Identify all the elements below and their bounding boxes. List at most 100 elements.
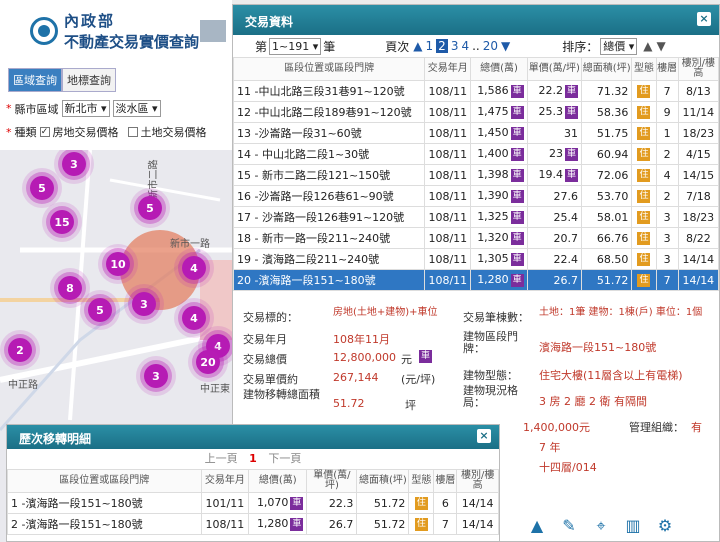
row-date: 108/11 (424, 122, 472, 144)
close-icon[interactable]: × (697, 12, 711, 26)
col-area[interactable]: 總面積(坪) (581, 57, 633, 81)
tab-area-search[interactable]: 區域查詢 (8, 68, 62, 92)
prev-page-icon[interactable]: ▲ (413, 39, 422, 53)
age-value: 7 年 (539, 441, 561, 454)
row-floors: 18/23 (677, 206, 720, 228)
col-location[interactable]: 區段位置或區段門牌 (232, 57, 426, 81)
sort-desc-icon[interactable]: ▼ (657, 39, 666, 53)
house-checkbox[interactable]: ✓ (39, 127, 50, 137)
col-total[interactable]: 總價(萬) (470, 57, 528, 81)
map-cluster-marker[interactable]: 3 (132, 292, 156, 316)
map-cluster-marker[interactable]: 5 (30, 176, 54, 200)
row-total-value: 1,390 (477, 189, 509, 203)
type-label: 種類 (14, 126, 37, 139)
table-row[interactable]: 20 -濱海路一段151~180號 108/11 1,280 車 26.7 51.72 住 7… (232, 269, 720, 291)
row-number: 1 (11, 497, 18, 510)
row-address: - 新市二路二段121~150號 (254, 169, 391, 182)
map-cluster-marker[interactable]: 3 (62, 152, 86, 176)
history-pagination: 上一頁 1 下一頁 (7, 449, 499, 469)
btype-value: 住宅大樓(11層含以上有電梯) (539, 369, 683, 382)
unit-unit: (元/坪) (401, 373, 436, 386)
map-cluster-marker[interactable]: 20 (196, 350, 220, 374)
table-row[interactable]: 1 -濱海路一段151~180號 101/11 1,070 車 22.3 51.72 住 6 1… (7, 492, 499, 514)
row-address: - 新市一路一段211~240號 (254, 232, 391, 245)
draw-icon[interactable]: ✎ (560, 516, 578, 536)
parking-badge-icon: 車 (419, 350, 432, 363)
table-row[interactable]: 17 - 沙崙路一段126巷91~120號 108/11 1,325 車 25.4 58.… (232, 206, 720, 228)
page-link[interactable]: 1 (426, 39, 434, 53)
map-cluster-marker[interactable]: 8 (58, 276, 82, 300)
logo-ministry-name: 內政部 (64, 12, 116, 30)
district-select[interactable]: 淡水區 ▾ (112, 100, 161, 117)
col-unit[interactable]: 單價(萬/坪) (526, 57, 583, 81)
page-link-current[interactable]: 2 (436, 39, 448, 53)
parking-badge-icon: 車 (510, 252, 524, 266)
col-floor[interactable]: 樓層 (655, 57, 679, 81)
page-link[interactable]: 3 (451, 39, 459, 53)
row-total: 1,450 車 (470, 122, 528, 144)
row-total-value: 1,325 (477, 210, 509, 224)
map-cluster-marker[interactable]: 5 (138, 196, 162, 220)
mgmt-label: 管理組織： (629, 421, 684, 434)
locate-icon[interactable]: ⌖ (592, 516, 610, 536)
site-logo[interactable]: 內政部 不動產交易實價查詢 (30, 10, 199, 52)
table-row[interactable]: 15 - 新市二路二段121~150號 108/11 1,398 車 19.4 車 72.0… (232, 164, 720, 186)
row-floor: 7 (433, 513, 458, 535)
row-date: 108/11 (424, 269, 472, 291)
map-cluster-marker[interactable]: 10 (106, 252, 130, 276)
map-cluster-marker[interactable]: 5 (88, 298, 112, 322)
col-type: 型態 (408, 469, 435, 493)
row-area: 72.06 (581, 164, 633, 186)
table-row[interactable]: 16 -沙崙路一段126巷61~90號 108/11 1,390 車 27.6 53.70… (232, 185, 720, 207)
row-date: 108/11 (424, 164, 472, 186)
row-total: 1,390 車 (470, 185, 528, 207)
map-cluster-marker[interactable]: 4 (182, 256, 206, 280)
residential-badge-icon: 住 (637, 126, 651, 140)
close-icon[interactable]: × (477, 429, 491, 443)
county-select[interactable]: 新北市 ▾ (61, 100, 110, 117)
row-unit-value: 31 (564, 126, 579, 140)
table-row[interactable]: 13 -沙崙路一段31~60號 108/11 1,450 車 31 51.75 住 1 18/2… (232, 122, 720, 144)
page-link[interactable]: 4 (461, 39, 469, 53)
table-row[interactable]: 12 -中山北路二段189巷91~120號 108/11 1,475 車 25.3 車 58… (232, 101, 720, 123)
record-range-select[interactable]: 1~191 ▾ (269, 37, 322, 55)
map-cluster-marker[interactable]: 2 (8, 338, 32, 362)
row-unit-value: 25.3 (538, 105, 564, 119)
table-row[interactable]: 11 -中山北路三段31巷91~120號 108/11 1,586 車 22.2 車 71.… (232, 80, 720, 102)
measure-icon[interactable]: ▲ (528, 516, 546, 536)
col-floors[interactable]: 樓別/樓高 (677, 57, 720, 81)
next-page-link[interactable]: 下一頁 (268, 452, 301, 465)
row-unit: 22.4 (526, 248, 583, 270)
col-date[interactable]: 交易年月 (424, 57, 472, 81)
next-page-icon[interactable]: ▼ (501, 39, 510, 53)
page-link[interactable]: 20 (483, 39, 498, 53)
row-date: 108/11 (200, 513, 250, 535)
row-floors: 7/18 (677, 185, 720, 207)
row-number: 14 (237, 148, 251, 161)
table-row[interactable]: 2 -濱海路一段151~180號 108/11 1,280 車 26.7 51.72 住 7 1… (7, 513, 499, 535)
table-row[interactable]: 18 - 新市一路一段211~240號 108/11 1,320 車 20.7 66.76… (232, 227, 720, 249)
row-type: 住 (631, 227, 657, 249)
map-cluster-marker[interactable]: 15 (50, 210, 74, 234)
prev-page-link[interactable]: 上一頁 (205, 452, 238, 465)
date-label: 交易年月 (243, 333, 287, 346)
land-checkbox[interactable] (127, 127, 138, 137)
settings-icon[interactable]: ⚙ (656, 516, 674, 536)
row-floors: 14/14 (456, 513, 499, 535)
map-cluster-marker[interactable]: 3 (144, 364, 168, 388)
col-type[interactable]: 型態 (631, 57, 657, 81)
sort-asc-icon[interactable]: ▲ (643, 39, 652, 53)
parking-badge-icon: 車 (565, 168, 579, 182)
table-row[interactable]: 19 - 濱海路二段211~240號 108/11 1,305 車 22.4 68.50 住… (232, 248, 720, 270)
page-prefix: 第 (255, 39, 268, 54)
sort-select[interactable]: 總價 ▾ (600, 37, 638, 55)
sort-label: 排序： (562, 39, 599, 54)
map-cluster-marker[interactable]: 4 (182, 306, 206, 330)
row-location: 12 -中山北路二段189巷91~120號 (232, 101, 426, 123)
residential-badge-icon: 住 (414, 496, 428, 510)
building-tool-icon[interactable]: ▥ (624, 516, 642, 536)
tab-landmark-search[interactable]: 地標查詢 (62, 68, 116, 92)
table-row[interactable]: 14 - 中山北路二段1~30號 108/11 1,400 車 23 車 60.94 住 2 4/… (232, 143, 720, 165)
addr-value: 濱海路一段151~180號 (539, 341, 657, 354)
row-type: 住 (631, 101, 657, 123)
